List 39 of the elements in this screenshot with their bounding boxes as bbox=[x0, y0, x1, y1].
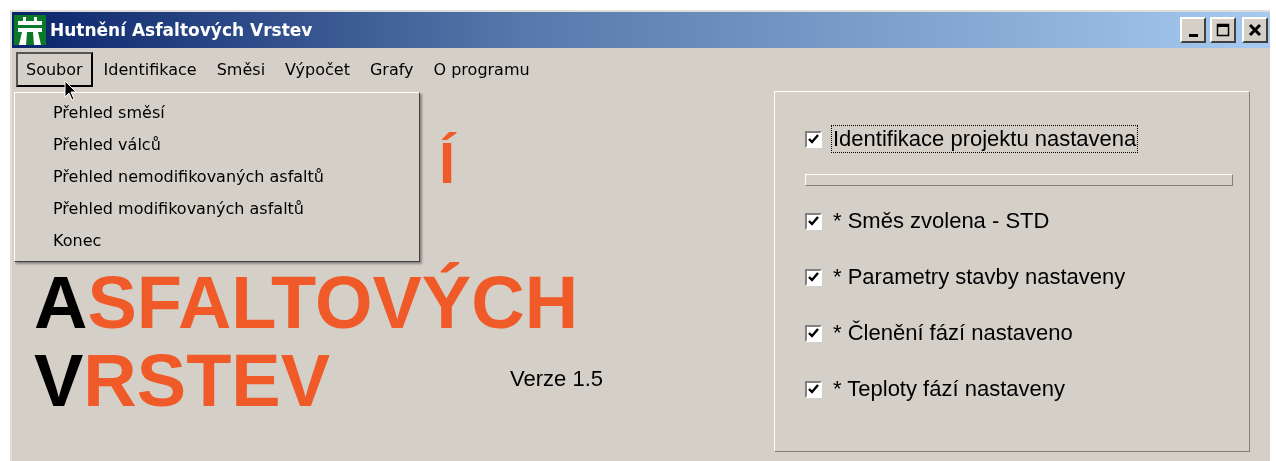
title-text: RSTEV bbox=[83, 344, 331, 418]
checkbox[interactable] bbox=[805, 324, 822, 342]
dropdown-item[interactable]: Přehled modifikovaných asfaltů bbox=[15, 193, 419, 225]
title-letter: A bbox=[34, 266, 88, 340]
menu-item[interactable]: Soubor bbox=[16, 51, 93, 87]
menu-item[interactable]: O programu bbox=[424, 52, 539, 86]
dropdown-item[interactable]: Přehled směsí bbox=[15, 97, 419, 129]
checkbox-label: * Směs zvolena - STD bbox=[832, 208, 1051, 234]
checkmark-icon bbox=[808, 272, 819, 282]
app-icon bbox=[14, 15, 46, 45]
close-button[interactable] bbox=[1242, 17, 1268, 43]
menu-item[interactable]: Identifikace bbox=[94, 52, 206, 86]
minimize-button[interactable] bbox=[1180, 17, 1206, 43]
checkmark-icon bbox=[808, 328, 819, 338]
maximize-icon bbox=[1216, 23, 1230, 37]
title-letter: V bbox=[34, 344, 84, 418]
close-icon bbox=[1248, 23, 1262, 37]
menu-item[interactable]: Výpočet bbox=[276, 52, 359, 86]
dropdown-item[interactable]: Přehled nemodifikovaných asfaltů bbox=[15, 161, 419, 193]
menu-item[interactable]: Směsi bbox=[207, 52, 275, 86]
title-text: Í bbox=[439, 134, 456, 192]
menu-item[interactable]: Grafy bbox=[360, 52, 423, 86]
checkbox[interactable] bbox=[805, 212, 822, 230]
checkmark-icon bbox=[808, 216, 819, 226]
checkmark-icon bbox=[808, 384, 819, 394]
checkbox-label: * Členění fází nastaveno bbox=[832, 320, 1074, 346]
version-text: Verze 1.5 bbox=[510, 366, 604, 392]
window-title: Hutnění Asfaltových Vrstev bbox=[50, 20, 314, 40]
checkbox[interactable] bbox=[805, 380, 822, 398]
checkbox-label: * Parametry stavby nastaveny bbox=[832, 264, 1127, 290]
dropdown-item[interactable]: Konec bbox=[15, 225, 419, 257]
checkbox-label: * Teploty fází nastaveny bbox=[832, 376, 1066, 402]
checkmark-icon bbox=[808, 134, 819, 144]
checkbox-label: Identifikace projektu nastavena bbox=[832, 126, 1138, 152]
checkbox[interactable] bbox=[805, 268, 822, 286]
maximize-button[interactable] bbox=[1210, 17, 1236, 43]
dropdown-item[interactable]: Přehled válců bbox=[15, 129, 419, 161]
checkbox[interactable] bbox=[805, 130, 822, 148]
minimize-icon bbox=[1188, 33, 1198, 37]
